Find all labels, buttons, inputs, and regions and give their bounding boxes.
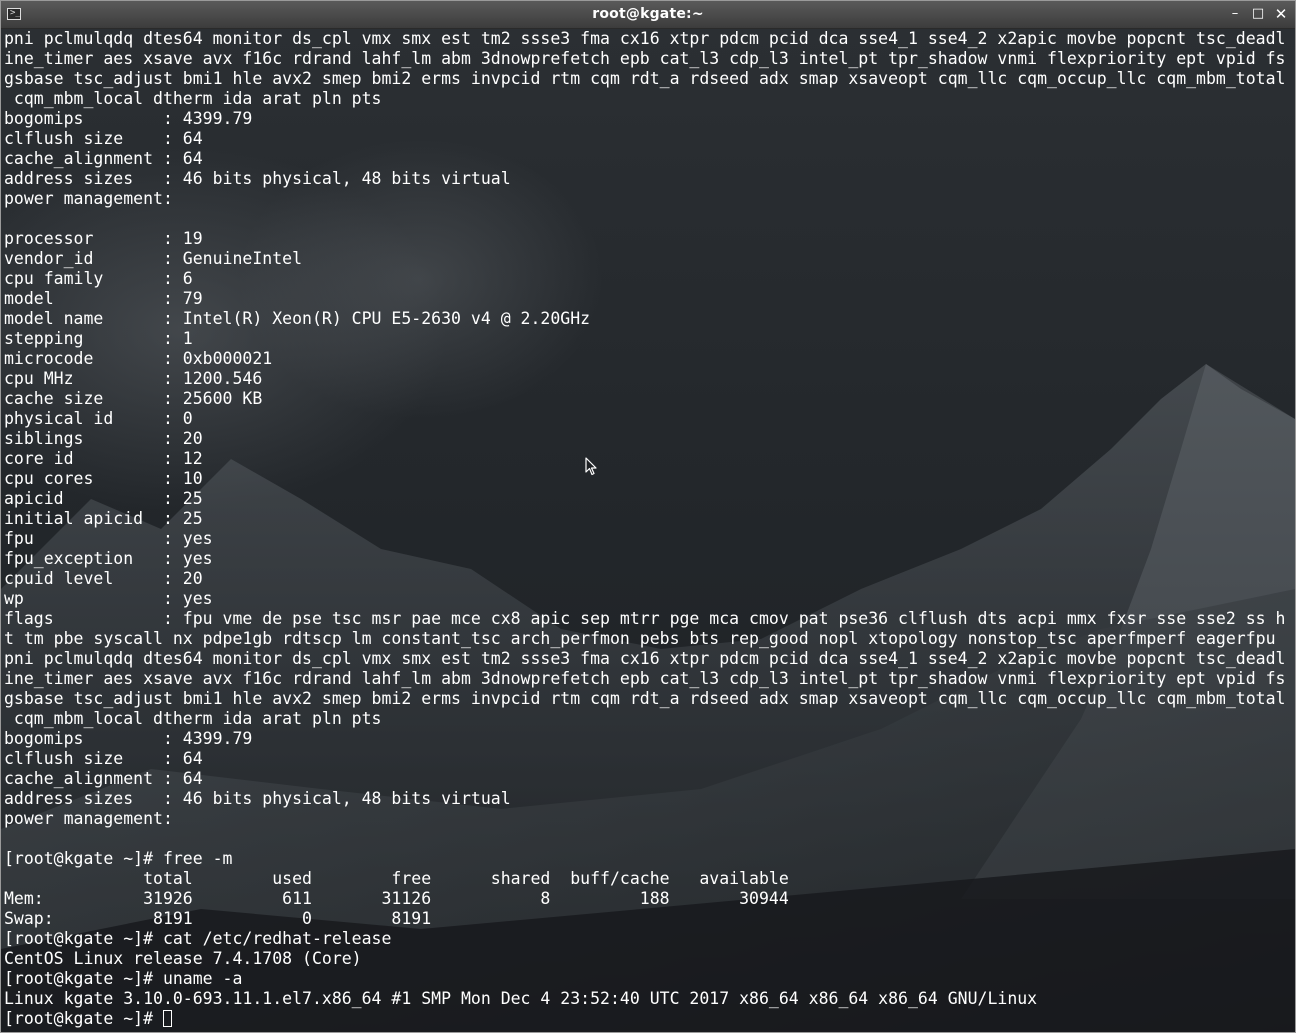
terminal-line: core id : 12 (4, 449, 203, 468)
terminal-line: CentOS Linux release 7.4.1708 (Core) (4, 949, 362, 968)
terminal-line: cpuid level : 20 (4, 569, 203, 588)
terminal-line: flags : fpu vme de pse tsc msr pae mce c… (4, 609, 1286, 628)
terminal-line: [root@kgate ~]# free -m (4, 849, 233, 868)
terminal-line: clflush size : 64 (4, 749, 203, 768)
terminal-line: fpu : yes (4, 529, 213, 548)
terminal-line: processor : 19 (4, 229, 203, 248)
terminal-line: model name : Intel(R) Xeon(R) CPU E5-263… (4, 309, 591, 328)
terminal-line: model : 79 (4, 289, 203, 308)
terminal-line: bogomips : 4399.79 (4, 109, 253, 128)
mouse-cursor-icon (585, 457, 597, 476)
terminal-line: address sizes : 46 bits physical, 48 bit… (4, 789, 511, 808)
terminal-line: cpu MHz : 1200.546 (4, 369, 263, 388)
terminal-line: cache size : 25600 KB (4, 389, 263, 408)
terminal-line: pni pclmulqdq dtes64 monitor ds_cpl vmx … (4, 649, 1286, 668)
maximize-button[interactable]: □ (1248, 4, 1268, 24)
terminal-line: ine_timer aes xsave avx f16c rdrand lahf… (4, 49, 1286, 68)
text-cursor (162, 1010, 172, 1027)
terminal-area[interactable]: pni pclmulqdq dtes64 monitor ds_cpl vmx … (1, 29, 1295, 1032)
terminal-line: stepping : 1 (4, 329, 193, 348)
terminal-output: pni pclmulqdq dtes64 monitor ds_cpl vmx … (4, 29, 1285, 1029)
close-button[interactable]: ✕ (1271, 4, 1291, 24)
terminal-line: cqm_mbm_local dtherm ida arat pln pts (4, 89, 382, 108)
terminal-line: cache_alignment : 64 (4, 769, 203, 788)
terminal-line: power management: (4, 189, 173, 208)
terminal-line: cqm_mbm_local dtherm ida arat pln pts (4, 709, 382, 728)
terminal-line: cache_alignment : 64 (4, 149, 203, 168)
title-bar[interactable]: >_ root@kgate:~ – □ ✕ (1, 1, 1295, 29)
terminal-line: cpu cores : 10 (4, 469, 203, 488)
terminal-line: pni pclmulqdq dtes64 monitor ds_cpl vmx … (4, 29, 1286, 48)
terminal-line: vendor_id : GenuineIntel (4, 249, 303, 268)
window-title: root@kgate:~ (592, 6, 704, 22)
terminal-line: wp : yes (4, 589, 213, 608)
terminal-line: Mem: 31926 611 31126 8 188 30944 (4, 889, 789, 908)
terminal-line: power management: (4, 809, 173, 828)
terminal-line: gsbase tsc_adjust bmi1 hle avx2 smep bmi… (4, 69, 1286, 88)
minimize-button[interactable]: – (1225, 4, 1245, 24)
terminal-line: total used free shared buff/cache availa… (4, 869, 789, 888)
terminal-line: fpu_exception : yes (4, 549, 213, 568)
terminal-window: >_ root@kgate:~ – □ ✕ pni pclmulqdq dtes… (0, 0, 1296, 1033)
terminal-line: t tm pbe syscall nx pdpe1gb rdtscp lm co… (4, 629, 1276, 648)
terminal-line: cpu family : 6 (4, 269, 193, 288)
terminal-line: physical id : 0 (4, 409, 193, 428)
terminal-line: microcode : 0xb000021 (4, 349, 273, 368)
terminal-line: address sizes : 46 bits physical, 48 bit… (4, 169, 511, 188)
terminal-line: apicid : 25 (4, 489, 203, 508)
terminal-line: [root@kgate ~]# cat /etc/redhat-release (4, 929, 392, 948)
terminal-line: ine_timer aes xsave avx f16c rdrand lahf… (4, 669, 1286, 688)
terminal-line: siblings : 20 (4, 429, 203, 448)
shell-prompt: [root@kgate ~]# (4, 1009, 163, 1028)
terminal-line: Swap: 8191 0 8191 (4, 909, 432, 928)
terminal-line: Linux kgate 3.10.0-693.11.1.el7.x86_64 #… (4, 989, 1038, 1008)
terminal-line: clflush size : 64 (4, 129, 203, 148)
terminal-line: gsbase tsc_adjust bmi1 hle avx2 smep bmi… (4, 689, 1286, 708)
prompt-line[interactable]: [root@kgate ~]# (4, 1009, 1285, 1029)
terminal-line: initial apicid : 25 (4, 509, 203, 528)
terminal-line: [root@kgate ~]# uname -a (4, 969, 243, 988)
terminal-line: bogomips : 4399.79 (4, 729, 253, 748)
